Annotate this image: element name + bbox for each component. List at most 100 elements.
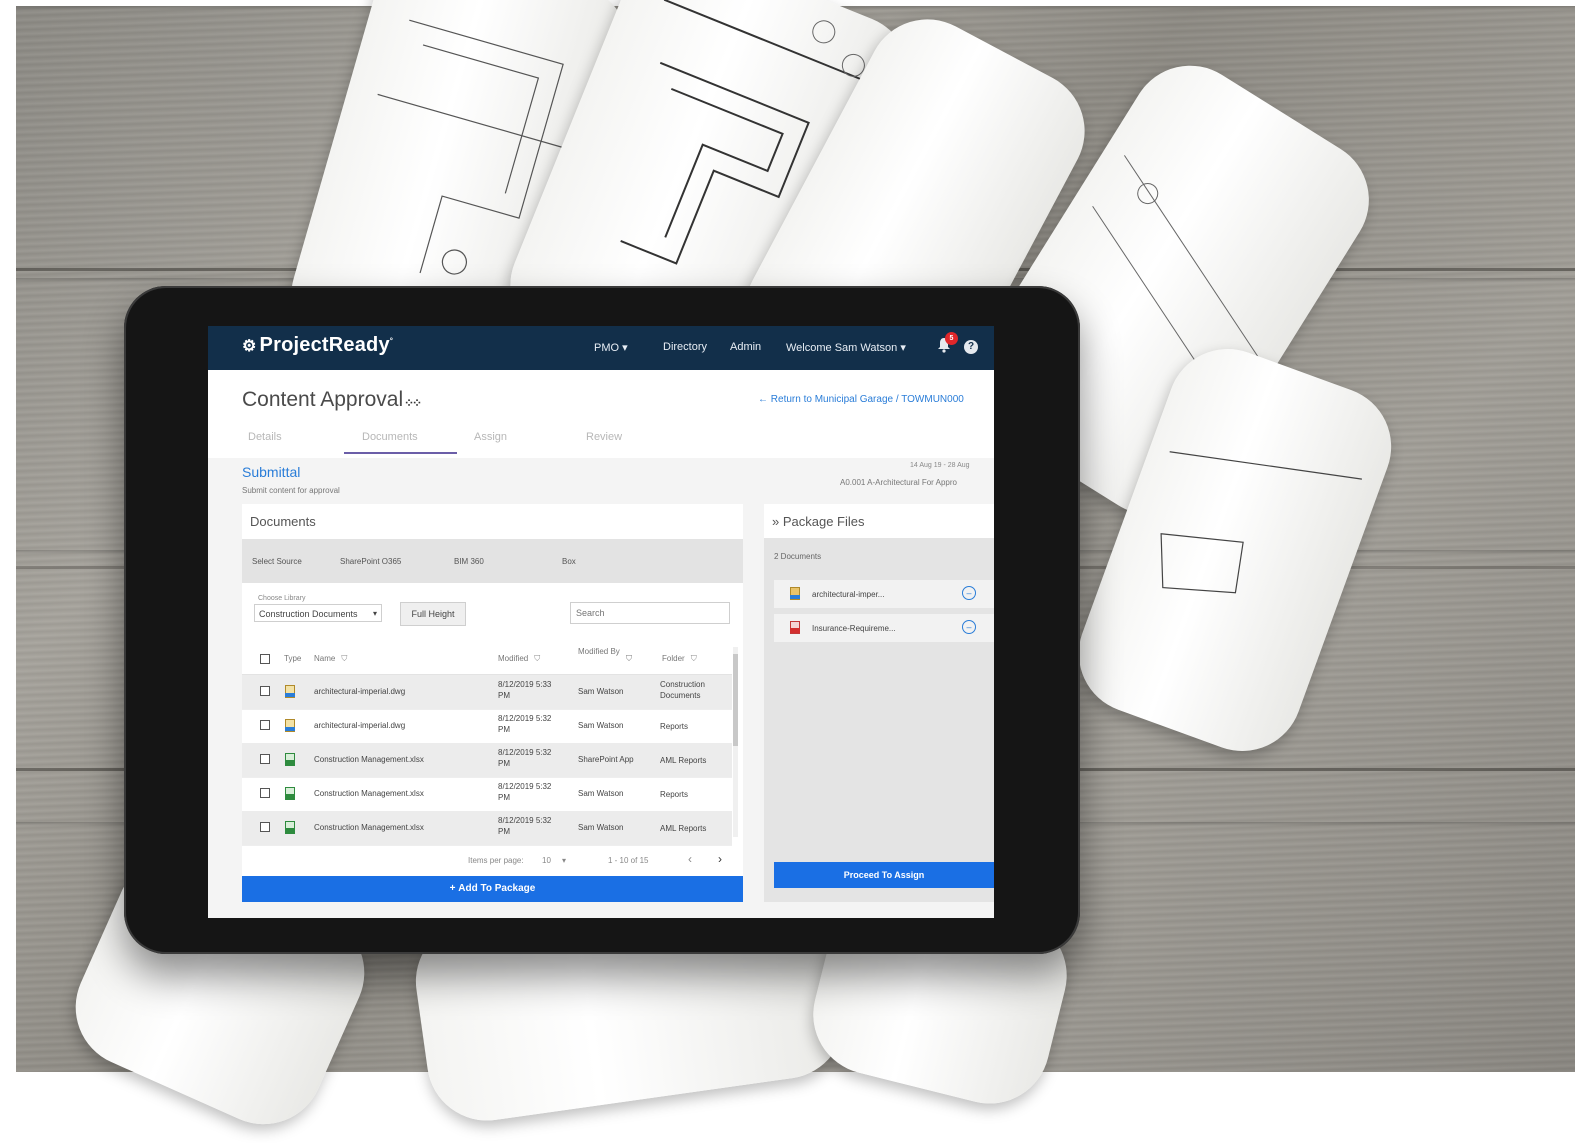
- caret-down-icon: ▾: [372, 609, 377, 618]
- library-value: Construction Documents: [259, 609, 358, 619]
- scrollbar-thumb[interactable]: [733, 654, 738, 746]
- row-checkbox[interactable]: [260, 822, 270, 832]
- row-name[interactable]: Construction Management.xlsx: [314, 789, 424, 798]
- return-link-text: Return to Municipal Garage / TOWMUN000: [770, 394, 964, 405]
- remove-item-icon[interactable]: –: [962, 586, 976, 600]
- library-label: Choose Library: [258, 595, 306, 602]
- items-per-page-select[interactable]: 10 ▾: [542, 856, 566, 865]
- row-checkbox[interactable]: [260, 720, 270, 730]
- nav-welcome-user[interactable]: Welcome Sam Watson ▾: [786, 341, 906, 354]
- top-navigation-bar: ⚙ ProjectReady° PMO ▾ Directory Admin Wel…: [208, 326, 994, 370]
- table-row[interactable]: Construction Management.xlsx 8/12/2019 5:…: [242, 777, 732, 812]
- previous-page-icon[interactable]: ‹: [688, 852, 692, 866]
- package-title-text: Package Files: [782, 514, 865, 529]
- table-header: Type Name ⛉ Modified ⛉ Modified By ⛉ Folde…: [242, 642, 732, 675]
- row-checkbox[interactable]: [260, 686, 270, 696]
- package-item[interactable]: Insurance-Requireme... –: [774, 614, 994, 642]
- tab-documents[interactable]: Documents: [362, 431, 418, 443]
- grid-icon[interactable]: ⁘⁘: [404, 396, 422, 410]
- column-modified[interactable]: Modified ⛉: [498, 654, 540, 664]
- row-checkbox[interactable]: [260, 754, 270, 764]
- add-to-package-button[interactable]: + Add To Package: [242, 876, 743, 902]
- xlsx-file-icon: [285, 787, 295, 800]
- notification-badge: 5: [945, 332, 958, 345]
- package-files-panel: » Package Files 2 Documents architectura…: [764, 504, 994, 902]
- column-name[interactable]: Name ⛉: [314, 654, 347, 664]
- caret-down-icon: ▾: [622, 342, 628, 354]
- row-modified: 8/12/2019 5:32 PM: [498, 816, 552, 836]
- source-selector: Select Source SharePoint O365 BIM 360 Bo…: [242, 539, 743, 583]
- row-name[interactable]: architectural-imperial.dwg: [314, 687, 405, 696]
- dwg-file-icon: [790, 587, 800, 600]
- filter-icon[interactable]: ⛉: [341, 654, 347, 663]
- pdf-file-icon: [790, 621, 800, 634]
- package-item-name: Insurance-Requireme...: [812, 624, 896, 633]
- next-page-icon[interactable]: ›: [718, 852, 722, 866]
- source-box[interactable]: Box: [562, 557, 576, 566]
- source-sharepoint[interactable]: SharePoint O365: [340, 557, 401, 566]
- projectready-logo[interactable]: ⚙ ProjectReady°: [242, 334, 393, 357]
- section-title: Submittal: [242, 464, 301, 480]
- return-link[interactable]: ← Return to Municipal Garage / TOWMUN000: [758, 394, 964, 405]
- remove-item-icon[interactable]: –: [962, 620, 976, 634]
- table-row[interactable]: architectural-imperial.dwg 8/12/2019 5:32…: [242, 709, 732, 744]
- tab-assign[interactable]: Assign: [474, 431, 507, 443]
- row-name[interactable]: Construction Management.xlsx: [314, 755, 424, 764]
- add-to-package-label: Add To Package: [458, 883, 536, 894]
- column-modified-label: Modified: [498, 654, 529, 663]
- documents-panel-title: Documents: [250, 514, 316, 529]
- nav-pmo-label: PMO: [594, 342, 620, 354]
- package-panel-header: » Package Files: [764, 504, 994, 538]
- search-input[interactable]: [570, 602, 730, 624]
- caret-down-icon: ▾: [562, 856, 567, 865]
- row-checkbox[interactable]: [260, 788, 270, 798]
- pagination-range: 1 - 10 of 15: [608, 856, 649, 865]
- row-modified-by: Sam Watson: [578, 823, 624, 832]
- row-modified-by: SharePoint App: [578, 755, 634, 764]
- tab-details[interactable]: Details: [248, 431, 282, 443]
- full-height-button[interactable]: Full Height: [400, 602, 466, 626]
- filter-icon[interactable]: ⛉: [626, 654, 632, 664]
- row-modified: 8/12/2019 5:32 PM: [498, 748, 552, 768]
- help-icon[interactable]: ?: [964, 340, 978, 354]
- column-folder-label: Folder: [662, 654, 685, 663]
- submittal-code: A0.001 A-Architectural For Appro: [840, 478, 957, 487]
- table-row[interactable]: Construction Management.xlsx 8/12/2019 5:…: [242, 811, 732, 846]
- section-caption: Submit content for approval: [242, 486, 340, 495]
- row-modified: 8/12/2019 5:33 PM: [498, 680, 552, 700]
- package-item[interactable]: architectural-imper... –: [774, 580, 994, 608]
- row-folder: AML Reports: [660, 756, 707, 765]
- select-all-checkbox[interactable]: [260, 654, 270, 664]
- double-chevron-right-icon[interactable]: »: [772, 514, 779, 529]
- nav-directory[interactable]: Directory: [663, 341, 707, 353]
- xlsx-file-icon: [285, 753, 295, 766]
- source-bim360[interactable]: BIM 360: [454, 557, 484, 566]
- package-panel-title: » Package Files: [772, 514, 865, 529]
- package-document-count: 2 Documents: [774, 552, 822, 561]
- table-row[interactable]: Construction Management.xlsx 8/12/2019 5:…: [242, 743, 732, 778]
- column-name-label: Name: [314, 654, 336, 663]
- xlsx-file-icon: [285, 821, 295, 834]
- nav-admin[interactable]: Admin: [730, 341, 761, 353]
- filter-icon[interactable]: ⛉: [691, 654, 697, 663]
- page-title: Content Approval: [242, 388, 404, 411]
- column-folder[interactable]: Folder ⛉: [662, 654, 697, 664]
- filter-icon[interactable]: ⛉: [534, 654, 540, 663]
- proceed-to-assign-button[interactable]: Proceed To Assign: [774, 862, 994, 888]
- nav-pmo[interactable]: PMO ▾: [594, 341, 628, 354]
- plus-icon: +: [449, 883, 456, 894]
- table-row[interactable]: architectural-imperial.dwg 8/12/2019 5:33…: [242, 675, 732, 710]
- row-name[interactable]: architectural-imperial.dwg: [314, 721, 405, 730]
- library-select[interactable]: Construction Documents ▾: [254, 604, 382, 622]
- row-folder: Reports: [660, 790, 689, 799]
- page-header: [208, 370, 994, 458]
- column-modified-by[interactable]: Modified By: [578, 646, 622, 657]
- column-type[interactable]: Type: [284, 654, 301, 663]
- dwg-file-icon: [285, 685, 295, 698]
- tab-review[interactable]: Review: [586, 431, 622, 443]
- documents-panel: Documents Select Source SharePoint O365 …: [242, 504, 743, 902]
- row-folder: Reports: [660, 722, 689, 731]
- row-name[interactable]: Construction Management.xlsx: [314, 823, 424, 832]
- package-item-name: architectural-imper...: [812, 590, 885, 599]
- arrow-left-icon: ←: [758, 394, 768, 405]
